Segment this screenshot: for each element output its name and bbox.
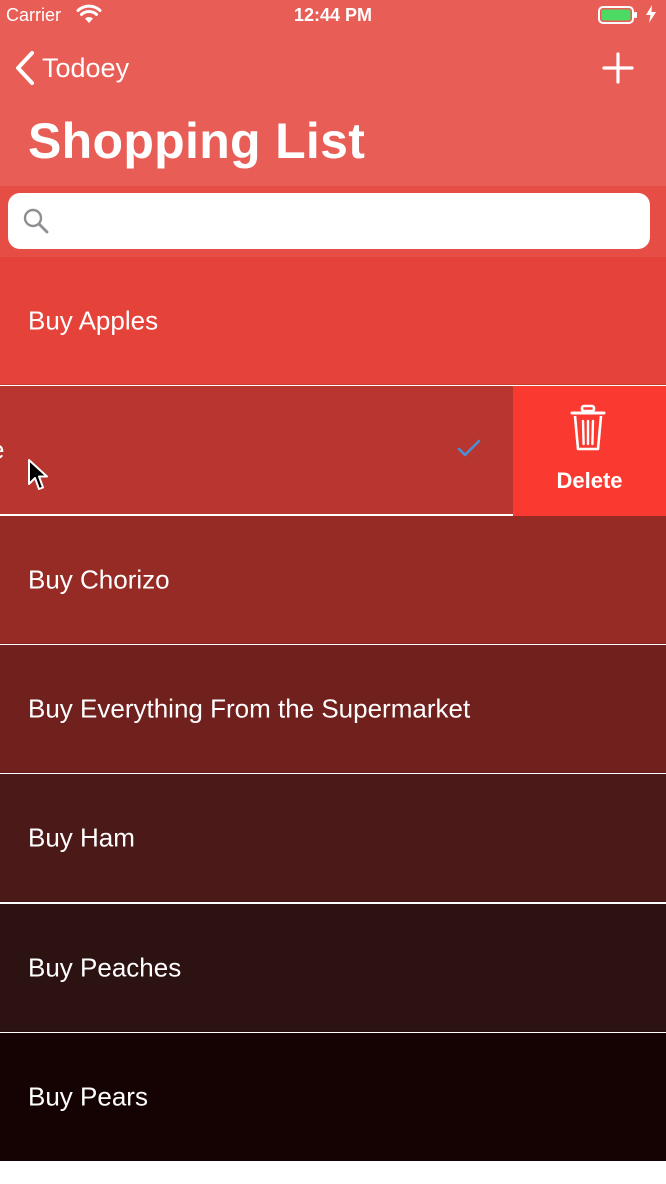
row-divider (0, 901, 666, 902)
row-label: se (0, 435, 4, 466)
trash-icon (570, 404, 606, 451)
row-label: Buy Chorizo (28, 564, 170, 595)
page-title: Shopping List (28, 113, 366, 169)
row-label: Buy Everything From the Supermarket (28, 693, 471, 724)
table-row[interactable]: Buy Apples (0, 257, 666, 385)
plus-icon[interactable] (596, 46, 640, 90)
row-divider (0, 384, 666, 385)
row-divider (0, 772, 666, 773)
row-divider (0, 1031, 666, 1032)
table-row[interactable]: Buy Chorizo (0, 516, 666, 644)
mouse-pointer-icon (28, 459, 48, 490)
checkmark-icon (457, 439, 481, 457)
table-row[interactable]: Buy Peaches (0, 904, 666, 1032)
charging-bolt-icon (646, 5, 656, 23)
search-field[interactable] (8, 193, 650, 249)
status-bar: Carrier 12:44 PM (0, 0, 666, 32)
back-button[interactable]: Todoey (14, 48, 129, 88)
table-row[interactable]: Buy Everything From the Supermarket (0, 645, 666, 773)
row-label: Buy Peaches (28, 952, 182, 983)
status-time: 12:44 PM (293, 5, 373, 25)
table-row-swiped[interactable]: se Delete (0, 386, 666, 516)
search-bar (0, 186, 666, 257)
navigation-bar: Carrier 12:44 PM Todoey Shopping List (0, 0, 666, 186)
search-icon (23, 208, 49, 234)
table-footer (0, 1162, 666, 1184)
chevron-left-icon (16, 51, 34, 85)
table-row[interactable]: Buy Pears (0, 1033, 666, 1161)
delete-button[interactable]: Delete (513, 386, 666, 516)
screen: Carrier 12:44 PM Todoey Shopping List Bu… (0, 0, 666, 1184)
search-input[interactable] (56, 207, 640, 235)
row-label: Buy Apples (28, 305, 159, 336)
row-label: Buy Ham (28, 822, 135, 853)
battery-icon (598, 6, 637, 24)
table-row[interactable]: Buy Ham (0, 774, 666, 902)
back-button-label: Todoey (42, 52, 130, 83)
delete-label: Delete (556, 468, 623, 493)
row-divider (0, 643, 666, 644)
row-label: Buy Pears (28, 1081, 148, 1112)
